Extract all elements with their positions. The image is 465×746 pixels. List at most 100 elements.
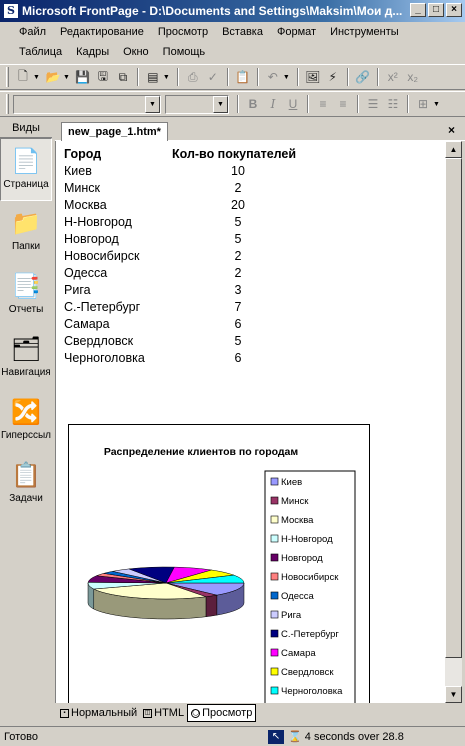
view-reports[interactable]: 📑 Отчеты <box>0 264 52 327</box>
borders-icon[interactable]: ⊞ <box>413 94 433 114</box>
publish-icon[interactable]: 🖫 <box>93 67 113 87</box>
style-combo[interactable]: ▼ <box>13 94 161 114</box>
menu-format[interactable]: Формат <box>270 26 323 38</box>
table-row: Н-Новгород 5 <box>64 213 304 230</box>
folder-list-icon[interactable]: ⧉ <box>113 67 133 87</box>
table-row: С.-Петербург 7 <box>64 298 304 315</box>
frontpage-app-icon[interactable]: S <box>3 3 19 19</box>
new-page-icon[interactable]: 🗋 <box>13 67 33 87</box>
legend-label: Самара <box>281 648 316 659</box>
toolbar-separator <box>136 68 139 86</box>
new-dropdown-icon[interactable]: ▼ <box>33 74 40 81</box>
count-cell: 5 <box>234 333 242 348</box>
toolbar-separator <box>307 95 309 113</box>
vertical-scrollbar[interactable]: ▲ ▼ <box>445 141 462 703</box>
menu-frames[interactable]: Кадры <box>69 46 116 58</box>
download-time: ⌛ 4 seconds over 28.8 <box>288 731 404 743</box>
toolbar-separator <box>176 68 179 86</box>
view-tasks[interactable]: 📋 Задачи <box>0 453 52 516</box>
close-button[interactable]: × <box>446 3 462 17</box>
borders-dropdown-icon[interactable]: ▼ <box>433 101 440 108</box>
tasks-icon: 📋 <box>11 461 41 489</box>
undo-icon[interactable]: ↶ <box>263 67 283 87</box>
view-navigation[interactable]: 🗂 Навигация <box>0 327 52 390</box>
insert-component-icon[interactable]: ⚡ <box>323 67 343 87</box>
navigation-icon: 🗂 <box>10 335 42 363</box>
tab-html[interactable]: ◫ HTML <box>140 704 187 722</box>
pie-chart[interactable]: Распределение клиентов по городам Киев Мин… <box>68 424 370 703</box>
legend-swatch <box>270 515 279 524</box>
page-editor[interactable]: Город Кол-во покупателей Киев 10 Минск 2 Мос… <box>55 141 445 703</box>
legend-label: Свердловск <box>281 667 334 678</box>
bold-icon[interactable]: B <box>243 94 263 114</box>
window-title: Microsoft FrontPage - D:\Documents and S… <box>22 4 403 18</box>
menu-edit[interactable]: Редактирование <box>53 26 151 38</box>
menu-insert[interactable]: Вставка <box>215 26 270 38</box>
menu-file[interactable]: Файл <box>12 26 53 38</box>
city-cell: Н-Новгород <box>64 214 132 229</box>
views-dropdown-icon[interactable]: ▼ <box>163 74 170 81</box>
menu-window[interactable]: Окно <box>116 46 156 58</box>
menu-view[interactable]: Просмотр <box>151 26 215 38</box>
numbered-list-icon[interactable]: ☰ <box>363 94 383 114</box>
legend-label: Киев <box>281 477 302 488</box>
toolbar-separator <box>226 68 229 86</box>
scroll-up-icon[interactable]: ▲ <box>445 141 462 158</box>
table-row: Одесса 2 <box>64 264 304 281</box>
view-folders[interactable]: 📁 Папки <box>0 201 52 264</box>
italic-icon[interactable]: I <box>263 94 283 114</box>
legend-label: Одесса <box>281 591 315 602</box>
chevron-down-icon[interactable]: ▼ <box>213 95 228 113</box>
align-center-icon[interactable]: ≡ <box>333 94 353 114</box>
toolbar-grip[interactable] <box>6 94 9 114</box>
superscript-icon[interactable]: x² <box>383 67 403 87</box>
count-cell: 2 <box>234 265 242 280</box>
view-hyperlinks[interactable]: 🔀 Гиперссылки <box>0 390 52 453</box>
align-left-icon[interactable]: ≡ <box>313 94 333 114</box>
table-row: Москва 20 <box>64 196 304 213</box>
legend-swatch <box>270 534 279 543</box>
scroll-down-icon[interactable]: ▼ <box>445 686 462 703</box>
open-dropdown-icon[interactable]: ▼ <box>63 74 70 81</box>
views-header: Виды <box>0 118 52 138</box>
hyperlinks-icon: 🔀 <box>11 398 41 426</box>
save-icon[interactable]: 💾 <box>73 67 93 87</box>
view-page[interactable]: 📄 Страница <box>0 138 52 201</box>
status-bar: Готово ↖ ⌛ 4 seconds over 28.8 <box>0 726 465 746</box>
toolbar-grip[interactable] <box>6 67 9 87</box>
views-bar-icon[interactable]: ▤ <box>143 67 163 87</box>
table-row: Новгород 5 <box>64 230 304 247</box>
minimize-button[interactable]: _ <box>410 3 426 17</box>
tab-preview[interactable]: ◯ Просмотр <box>187 704 257 722</box>
bullet-list-icon[interactable]: ☷ <box>383 94 403 114</box>
document-tab[interactable]: new_page_1.htm* <box>61 122 168 142</box>
subscript-icon[interactable]: x₂ <box>403 67 423 87</box>
chart-title: Распределение клиентов по городам <box>104 446 299 458</box>
count-cell: 2 <box>234 180 242 195</box>
toolbar-separator <box>346 68 349 86</box>
scroll-thumb[interactable] <box>445 158 462 658</box>
underline-icon[interactable]: U <box>283 94 303 114</box>
spelling-icon[interactable]: ✓ <box>203 67 223 87</box>
menu-table[interactable]: Таблица <box>12 46 69 58</box>
close-document-icon[interactable]: × <box>448 123 455 137</box>
legend-swatch <box>270 496 279 505</box>
font-combo[interactable]: ▼ <box>165 94 229 114</box>
table-row: Самара 6 <box>64 315 304 332</box>
print-icon[interactable]: ⎙ <box>183 67 203 87</box>
count-cell: 10 <box>231 163 245 178</box>
insert-picture-icon[interactable]: 🖼 <box>303 67 323 87</box>
hyperlink-icon[interactable]: 🔗 <box>353 67 373 87</box>
undo-dropdown-icon[interactable]: ▼ <box>283 74 290 81</box>
maximize-button[interactable]: □ <box>428 3 444 17</box>
chevron-down-icon[interactable]: ▼ <box>145 95 160 113</box>
menu-tools[interactable]: Инструменты <box>323 26 406 38</box>
view-mode-tabs: ▪ Нормальный ◫ HTML ◯ Просмотр <box>55 703 465 723</box>
legend-swatch <box>270 553 279 562</box>
tab-normal[interactable]: ▪ Нормальный <box>57 704 140 722</box>
open-folder-icon[interactable]: 📂 <box>43 67 63 87</box>
paste-icon[interactable]: 📋 <box>233 67 253 87</box>
toolbar-separator <box>357 95 359 113</box>
menu-help[interactable]: Помощь <box>156 46 213 58</box>
table-header-row: Город Кол-во покупателей <box>64 145 304 162</box>
